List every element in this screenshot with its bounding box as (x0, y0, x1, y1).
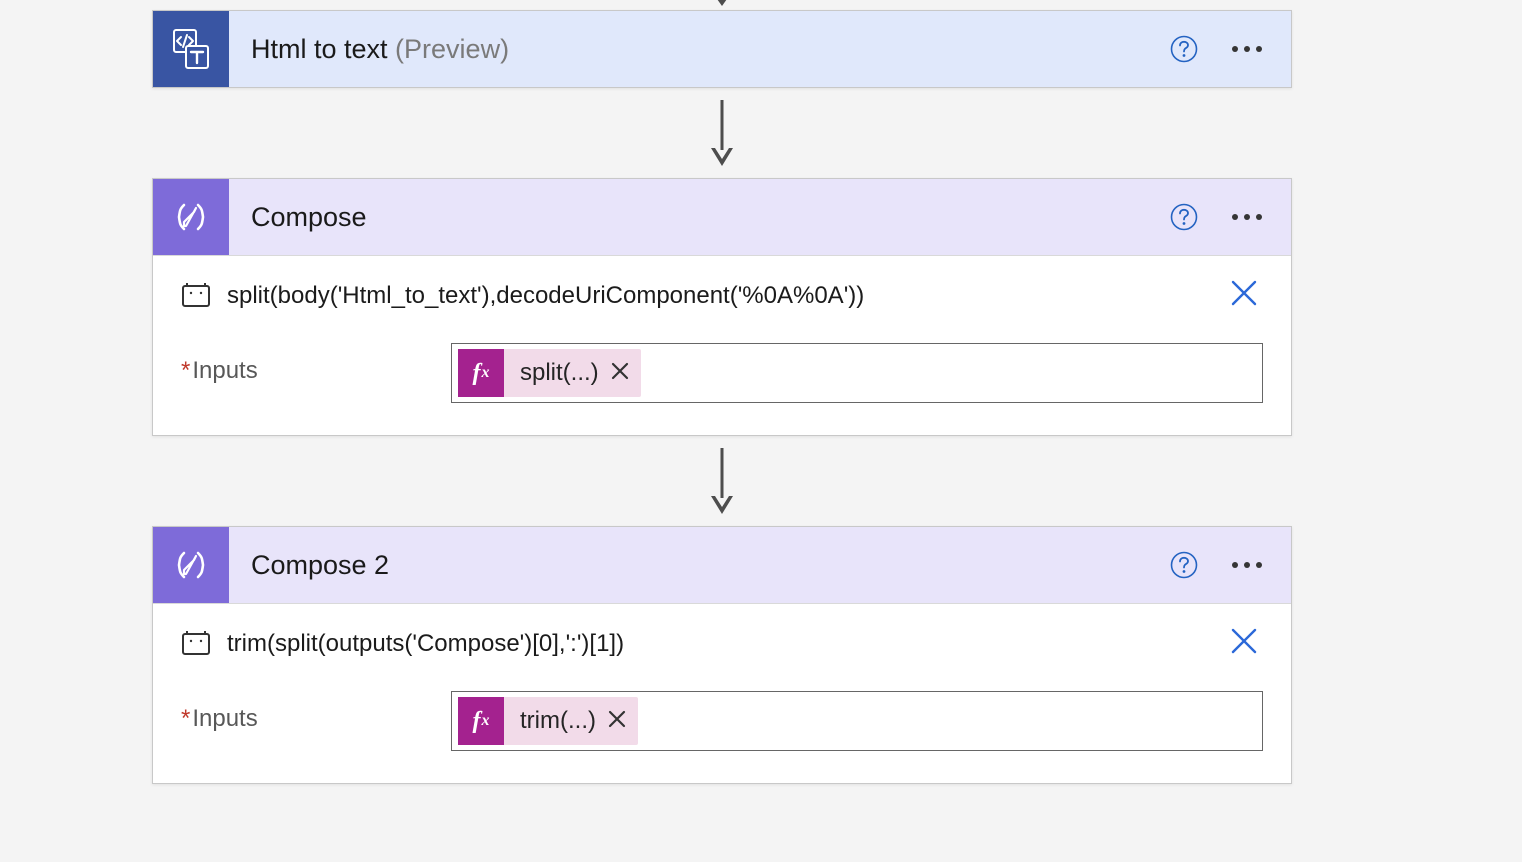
compose-icon (153, 179, 229, 255)
inputs-label-text: Inputs (192, 357, 257, 384)
close-peek-icon[interactable] (1225, 622, 1263, 665)
inputs-field[interactable]: fx trim(...) (451, 691, 1263, 751)
token-label: trim(...) (504, 707, 604, 735)
arrow-incoming (152, 0, 1292, 10)
peek-code-icon (181, 281, 211, 311)
action-title: Html to text (Preview) (229, 34, 1169, 65)
action-title: Compose (229, 202, 1169, 233)
more-options-icon[interactable] (1227, 550, 1267, 580)
expression-peek-text: split(body('Html_to_text'),decodeUriComp… (227, 282, 1225, 310)
action-body: split(body('Html_to_text'),decodeUriComp… (153, 255, 1291, 435)
inputs-label-text: Inputs (192, 705, 257, 732)
expression-token[interactable]: fx split(...) (458, 349, 641, 397)
close-peek-icon[interactable] (1225, 274, 1263, 317)
action-title-text: Compose 2 (251, 550, 389, 580)
fx-icon: fx (458, 697, 504, 745)
expression-peek-text: trim(split(outputs('Compose')[0],':')[1]… (227, 630, 1225, 658)
expression-peek-row: split(body('Html_to_text'),decodeUriComp… (153, 256, 1291, 317)
token-remove-icon[interactable] (607, 359, 641, 387)
action-header[interactable]: Html to text (Preview) (153, 11, 1291, 87)
more-options-icon[interactable] (1227, 34, 1267, 64)
flow-container: Html to text (Preview) (152, 0, 1292, 784)
required-marker: * (181, 705, 190, 732)
inputs-field[interactable]: fx split(...) (451, 343, 1263, 403)
inputs-label: *Inputs (181, 691, 451, 733)
action-title: Compose 2 (229, 550, 1169, 581)
required-marker: * (181, 357, 190, 384)
inputs-row: *Inputs fx split(...) (153, 317, 1291, 435)
token-label: split(...) (504, 359, 607, 387)
expression-peek-row: trim(split(outputs('Compose')[0],':')[1]… (153, 604, 1291, 665)
html-to-text-icon (153, 11, 229, 87)
inputs-label: *Inputs (181, 343, 451, 385)
fx-icon: fx (458, 349, 504, 397)
more-options-icon[interactable] (1227, 202, 1267, 232)
flow-arrow (152, 436, 1292, 526)
action-title-text: Compose (251, 202, 367, 232)
action-header[interactable]: Compose 2 (153, 527, 1291, 603)
action-card-html-to-text: Html to text (Preview) (152, 10, 1292, 88)
help-icon[interactable] (1169, 202, 1199, 232)
action-card-compose: Compose (152, 178, 1292, 436)
token-remove-icon[interactable] (604, 707, 638, 735)
peek-code-icon (181, 629, 211, 659)
action-title-text: Html to text (251, 34, 388, 64)
action-card-compose-2: Compose 2 (152, 526, 1292, 784)
action-header[interactable]: Compose (153, 179, 1291, 255)
compose-icon (153, 527, 229, 603)
action-body: trim(split(outputs('Compose')[0],':')[1]… (153, 603, 1291, 783)
action-title-suffix: (Preview) (395, 34, 509, 64)
inputs-row: *Inputs fx trim(...) (153, 665, 1291, 783)
help-icon[interactable] (1169, 550, 1199, 580)
help-icon[interactable] (1169, 34, 1199, 64)
flow-arrow (152, 88, 1292, 178)
expression-token[interactable]: fx trim(...) (458, 697, 638, 745)
